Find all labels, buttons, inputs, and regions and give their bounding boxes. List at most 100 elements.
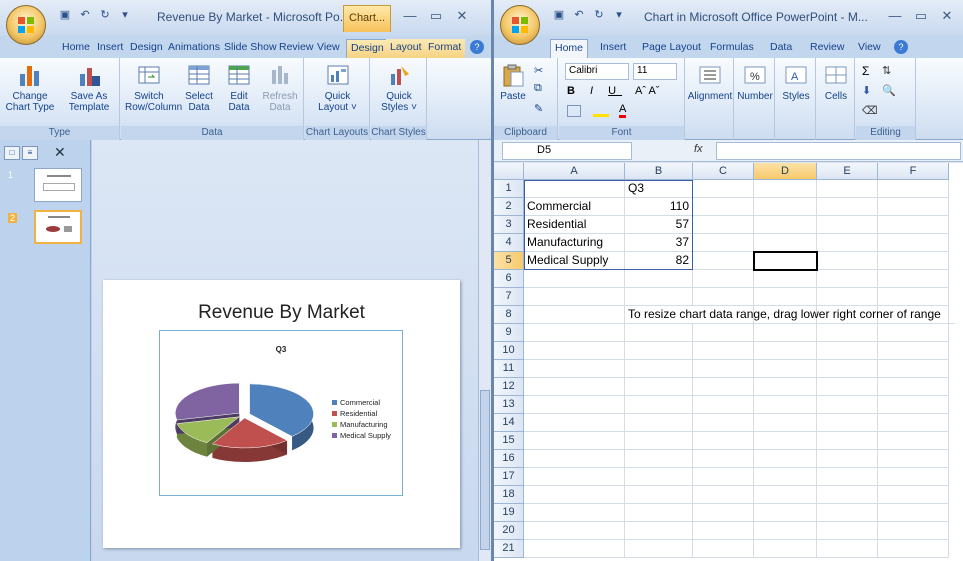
cell-f18[interactable] [878,486,949,504]
format-painter-icon[interactable]: ✎ [534,102,543,115]
chart-legend[interactable]: Commercial Residential Manufacturing Medica… [332,397,391,441]
save-as-template-button[interactable]: Save As Template [62,62,116,113]
cell-a9[interactable] [524,324,625,342]
cell-b10[interactable] [625,342,693,360]
row-header-2[interactable]: 2 [494,198,524,216]
cell-f16[interactable] [878,450,949,468]
cell-e16[interactable] [817,450,878,468]
cell-f17[interactable] [878,468,949,486]
pie-chart[interactable] [166,357,336,497]
cell-d6[interactable] [754,270,817,288]
refresh-data-button[interactable]: Refresh Data [259,62,301,113]
chart-title[interactable]: Q3 [160,345,402,354]
tab-view[interactable]: View [854,39,885,58]
change-chart-type-button[interactable]: Change Chart Type [2,62,58,113]
tab-review[interactable]: Review [275,39,317,58]
cell-d17[interactable] [754,468,817,486]
tab-home[interactable]: Home [58,39,94,58]
cell-c17[interactable] [693,468,754,486]
cell-b7[interactable] [625,288,693,306]
cell-e2[interactable] [817,198,878,216]
cell-e10[interactable] [817,342,878,360]
styles-button[interactable]: A Styles [776,62,816,102]
cells-button[interactable]: Cells [817,62,855,102]
switch-row-column-button[interactable]: Switch Row/Column [125,62,182,113]
cell-c7[interactable] [693,288,754,306]
cell-b20[interactable] [625,522,693,540]
cell-c2[interactable] [693,198,754,216]
slides-tab-icon[interactable]: □ [4,146,20,160]
cell-e12[interactable] [817,378,878,396]
quick-styles-button[interactable]: Quick Styles ˅ [373,62,425,113]
cell-f2[interactable] [878,198,949,216]
cell-f7[interactable] [878,288,949,306]
cell-f19[interactable] [878,504,949,522]
cell-d19[interactable] [754,504,817,522]
row-header-15[interactable]: 15 [494,432,524,450]
cell-a4[interactable]: Manufacturing [524,234,625,252]
formula-input[interactable] [716,142,961,160]
cell-b1[interactable]: Q3 [625,180,693,198]
cell-c10[interactable] [693,342,754,360]
save-icon[interactable]: ▣ [58,8,72,22]
font-name-box[interactable]: Calibri [565,63,629,80]
tab-chart-format[interactable]: Format [424,39,466,58]
cell-f11[interactable] [878,360,949,378]
select-all-corner[interactable] [494,163,524,180]
cell-b4[interactable]: 37 [625,234,693,252]
alignment-button[interactable]: Alignment [686,62,734,102]
undo-icon[interactable]: ↶ [572,8,586,22]
tab-formulas[interactable]: Formulas [706,39,758,58]
quick-layout-button[interactable]: Quick Layout ˅ [309,62,366,113]
help-icon[interactable]: ? [894,40,908,54]
slide-vertical-scrollbar[interactable] [478,140,491,561]
cell-a16[interactable] [524,450,625,468]
font-format-buttons[interactable]: B I U [567,85,622,97]
tab-chart-layout[interactable]: Layout [386,39,426,58]
cell-c20[interactable] [693,522,754,540]
cell-c3[interactable] [693,216,754,234]
cell-c16[interactable] [693,450,754,468]
cell-d2[interactable] [754,198,817,216]
fill-color-icon[interactable] [593,105,609,117]
cell-e6[interactable] [817,270,878,288]
cell-a21[interactable] [524,540,625,558]
cell-c11[interactable] [693,360,754,378]
row-header-5[interactable]: 5 [494,252,524,270]
cell-c1[interactable] [693,180,754,198]
cell-d11[interactable] [754,360,817,378]
column-header-c[interactable]: C [693,163,754,180]
grow-shrink-font-icon[interactable]: Aˆ Aˇ [635,85,659,97]
tab-design[interactable]: Design [126,39,167,58]
cell-e3[interactable] [817,216,878,234]
cell-b5[interactable]: 82 [625,252,693,270]
cell-d3[interactable] [754,216,817,234]
tab-animations[interactable]: Animations [164,39,224,58]
fill-icon[interactable]: ⬇ [862,84,871,97]
cell-e1[interactable] [817,180,878,198]
edit-data-button[interactable]: Edit Data [221,62,257,113]
cell-c6[interactable] [693,270,754,288]
fx-icon[interactable]: fx [694,143,703,155]
sort-filter-icon[interactable]: ⇅ [882,64,891,77]
cell-c21[interactable] [693,540,754,558]
cell-e13[interactable] [817,396,878,414]
cell-d18[interactable] [754,486,817,504]
cell-d14[interactable] [754,414,817,432]
cell-d9[interactable] [754,324,817,342]
cell-b21[interactable] [625,540,693,558]
cell-b8[interactable]: To resize chart data range, drag lower r… [625,306,955,324]
cell-f20[interactable] [878,522,949,540]
cell-b18[interactable] [625,486,693,504]
save-icon[interactable]: ▣ [552,8,566,22]
name-box[interactable]: D5 [502,142,632,160]
tab-insert[interactable]: Insert [596,39,630,58]
cell-e11[interactable] [817,360,878,378]
tab-home[interactable]: Home [550,39,589,58]
row-header-3[interactable]: 3 [494,216,524,234]
outline-tab-icon[interactable]: ≡ [22,146,38,160]
cell-f3[interactable] [878,216,949,234]
autosum-icon[interactable]: Σ [862,64,869,78]
cell-d10[interactable] [754,342,817,360]
legend-entry[interactable]: Residential [332,408,391,419]
